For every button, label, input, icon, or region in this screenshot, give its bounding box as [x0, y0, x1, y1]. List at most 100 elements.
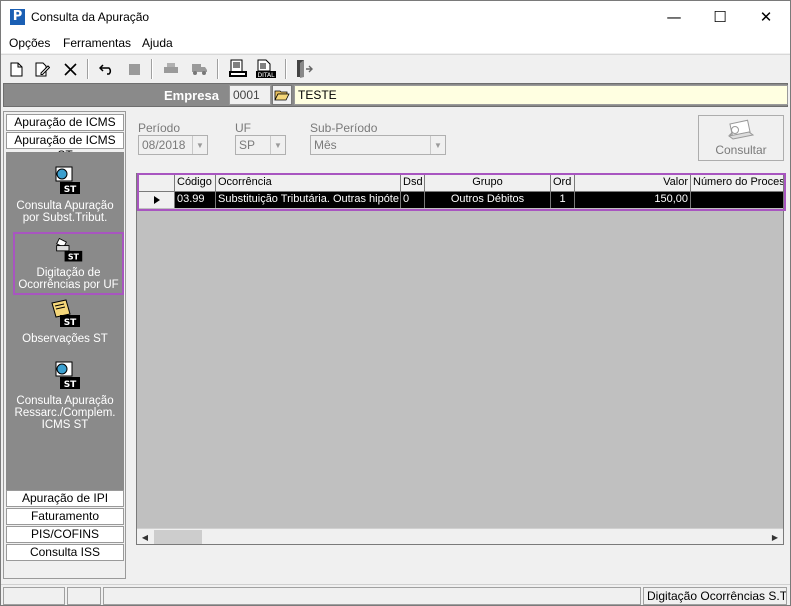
- empresa-name-field: TESTE: [294, 85, 788, 105]
- menu-ajuda[interactable]: Ajuda: [142, 36, 173, 50]
- nav-consulta-apuracao-st[interactable]: ST Consulta Apuração por Subst.Tribut.: [6, 164, 124, 224]
- periodo-label: Período: [138, 121, 181, 135]
- col-header-codigo[interactable]: Código: [175, 174, 216, 192]
- toolbar-separator: [87, 59, 89, 79]
- nav-label: por Subst.Tribut.: [22, 212, 108, 224]
- nav-label: Consulta Apuração: [16, 200, 114, 212]
- grid-header: Código Ocorrência Dsd Grupo Ord Valor Nú…: [137, 174, 783, 192]
- subperiodo-label: Sub-Período: [310, 121, 378, 135]
- app-logo-icon: P: [10, 9, 25, 25]
- table-row[interactable]: 03.99 Substituição Tributária. Outras hi…: [137, 192, 783, 208]
- periodo-select[interactable]: 08/2018 ▼: [138, 135, 208, 155]
- svg-text:ST: ST: [67, 253, 79, 262]
- row-pointer-icon: [154, 196, 160, 204]
- close-button[interactable]: ✕: [743, 1, 789, 33]
- uf-select[interactable]: SP ▼: [235, 135, 286, 155]
- new-document-icon[interactable]: [5, 58, 27, 80]
- chevron-down-icon: ▼: [192, 136, 207, 154]
- row-indicator: [137, 192, 175, 208]
- cell-valor: 150,00: [575, 192, 691, 208]
- report-icon[interactable]: [227, 58, 249, 80]
- status-bar: Digitação Ocorrências S.T: [1, 584, 790, 605]
- delete-icon[interactable]: [59, 58, 81, 80]
- nav-label: Consulta Apuração: [16, 395, 114, 407]
- laptop-magnifier-icon: [727, 119, 755, 140]
- svg-text:ST: ST: [64, 185, 77, 195]
- maximize-button[interactable]: ☐: [697, 1, 743, 33]
- toolbar-separator: [151, 59, 153, 79]
- empresa-code-field[interactable]: 0001: [229, 85, 271, 105]
- cell-codigo: 03.99: [175, 192, 216, 208]
- toolbar: DITAL: [1, 54, 790, 82]
- keyboard-st-icon: ST: [55, 237, 82, 262]
- folder-open-icon[interactable]: [272, 85, 292, 105]
- subperiodo-select[interactable]: Mês ▼: [310, 135, 446, 155]
- col-header-grupo[interactable]: Grupo: [425, 174, 551, 192]
- tab-pis-cofins[interactable]: PIS/COFINS: [6, 526, 124, 543]
- scroll-right-icon[interactable]: ▶: [767, 529, 783, 545]
- col-header-ord[interactable]: Ord: [551, 174, 575, 192]
- calculator-document-st-icon: ST: [55, 361, 80, 390]
- digital-icon[interactable]: DITAL: [255, 58, 277, 80]
- menu-ferramentas[interactable]: Ferramentas: [63, 36, 131, 50]
- cell-ocorrencia: Substituição Tributária. Outras hipóte: [216, 192, 401, 208]
- stop-icon[interactable]: [123, 58, 145, 80]
- periodo-value: 08/2018: [142, 138, 186, 152]
- menu-bar: Opções Ferramentas Ajuda: [1, 33, 790, 53]
- tab-apuracao-icms[interactable]: Apuração de ICMS: [6, 114, 124, 131]
- company-bar: Empresa 0001 TESTE: [3, 83, 788, 107]
- status-text: Digitação Ocorrências S.T: [643, 587, 787, 605]
- status-cell-2: [67, 587, 101, 605]
- scroll-thumb[interactable]: [154, 530, 202, 544]
- cell-ord: 1: [551, 192, 575, 208]
- minimize-button[interactable]: —: [651, 1, 697, 33]
- consultar-button[interactable]: Consultar: [698, 115, 784, 161]
- consultar-label: Consultar: [715, 143, 767, 157]
- notepad-st-icon: ST: [51, 299, 80, 328]
- cell-numero-processo: [691, 192, 783, 208]
- col-header-valor[interactable]: Valor: [575, 174, 691, 192]
- tab-consulta-iss[interactable]: Consulta ISS: [6, 544, 124, 561]
- nav-label: Ressarc./Complem.: [14, 407, 116, 419]
- edit-document-icon[interactable]: [31, 58, 53, 80]
- nav-label: ICMS ST: [41, 419, 89, 431]
- horizontal-scrollbar[interactable]: ◀ ▶: [137, 528, 783, 544]
- svg-text:DITAL: DITAL: [257, 72, 275, 79]
- grid-corner: [137, 174, 175, 192]
- menu-opcoes[interactable]: Opções: [9, 36, 50, 50]
- icms-st-group: ST Consulta Apuração por Subst.Tribut. S…: [6, 152, 124, 490]
- tab-faturamento[interactable]: Faturamento: [6, 508, 124, 525]
- nav-label: Observações ST: [22, 333, 108, 345]
- window-title: Consulta da Apuração: [31, 10, 150, 24]
- status-cell-1: [3, 587, 65, 605]
- undo-icon[interactable]: [96, 58, 118, 80]
- tab-apuracao-icms-st[interactable]: Apuração de ICMS ST: [6, 132, 124, 162]
- svg-text:ST: ST: [64, 380, 77, 390]
- print-icon[interactable]: [160, 58, 182, 80]
- chevron-down-icon: ▼: [270, 136, 285, 154]
- col-header-dsd[interactable]: Dsd: [401, 174, 425, 192]
- uf-label: UF: [235, 121, 251, 135]
- nav-label: Digitação de: [36, 267, 101, 279]
- title-bar: P Consulta da Apuração — ☐ ✕: [1, 1, 790, 33]
- empresa-label: Empresa: [164, 88, 219, 103]
- nav-consulta-ressarc-complem[interactable]: ST Consulta Apuração Ressarc./Complem. I…: [6, 359, 124, 431]
- calculator-document-st-icon: ST: [55, 166, 80, 195]
- data-grid[interactable]: Código Ocorrência Dsd Grupo Ord Valor Nú…: [136, 173, 784, 545]
- scroll-left-icon[interactable]: ◀: [137, 529, 153, 545]
- svg-text:ST: ST: [64, 318, 77, 328]
- nav-label: Ocorrências por UF: [18, 279, 119, 291]
- nav-observacoes-st[interactable]: ST Observações ST: [6, 297, 124, 345]
- exit-door-icon[interactable]: [293, 58, 315, 80]
- truck-icon[interactable]: [188, 58, 210, 80]
- subperiodo-value: Mês: [314, 138, 337, 152]
- col-header-numero-processo[interactable]: Número do Processo: [691, 174, 783, 192]
- chevron-down-icon: ▼: [430, 136, 445, 154]
- col-header-ocorrencia[interactable]: Ocorrência: [216, 174, 401, 192]
- tab-apuracao-ipi[interactable]: Apuração de IPI: [6, 490, 124, 507]
- uf-value: SP: [239, 138, 256, 152]
- nav-digitacao-ocorrencias-uf[interactable]: ST Digitação de Ocorrências por UF: [13, 232, 124, 295]
- toolbar-separator: [285, 59, 287, 79]
- toolbar-separator: [217, 59, 219, 79]
- cell-dsd: 0: [401, 192, 425, 208]
